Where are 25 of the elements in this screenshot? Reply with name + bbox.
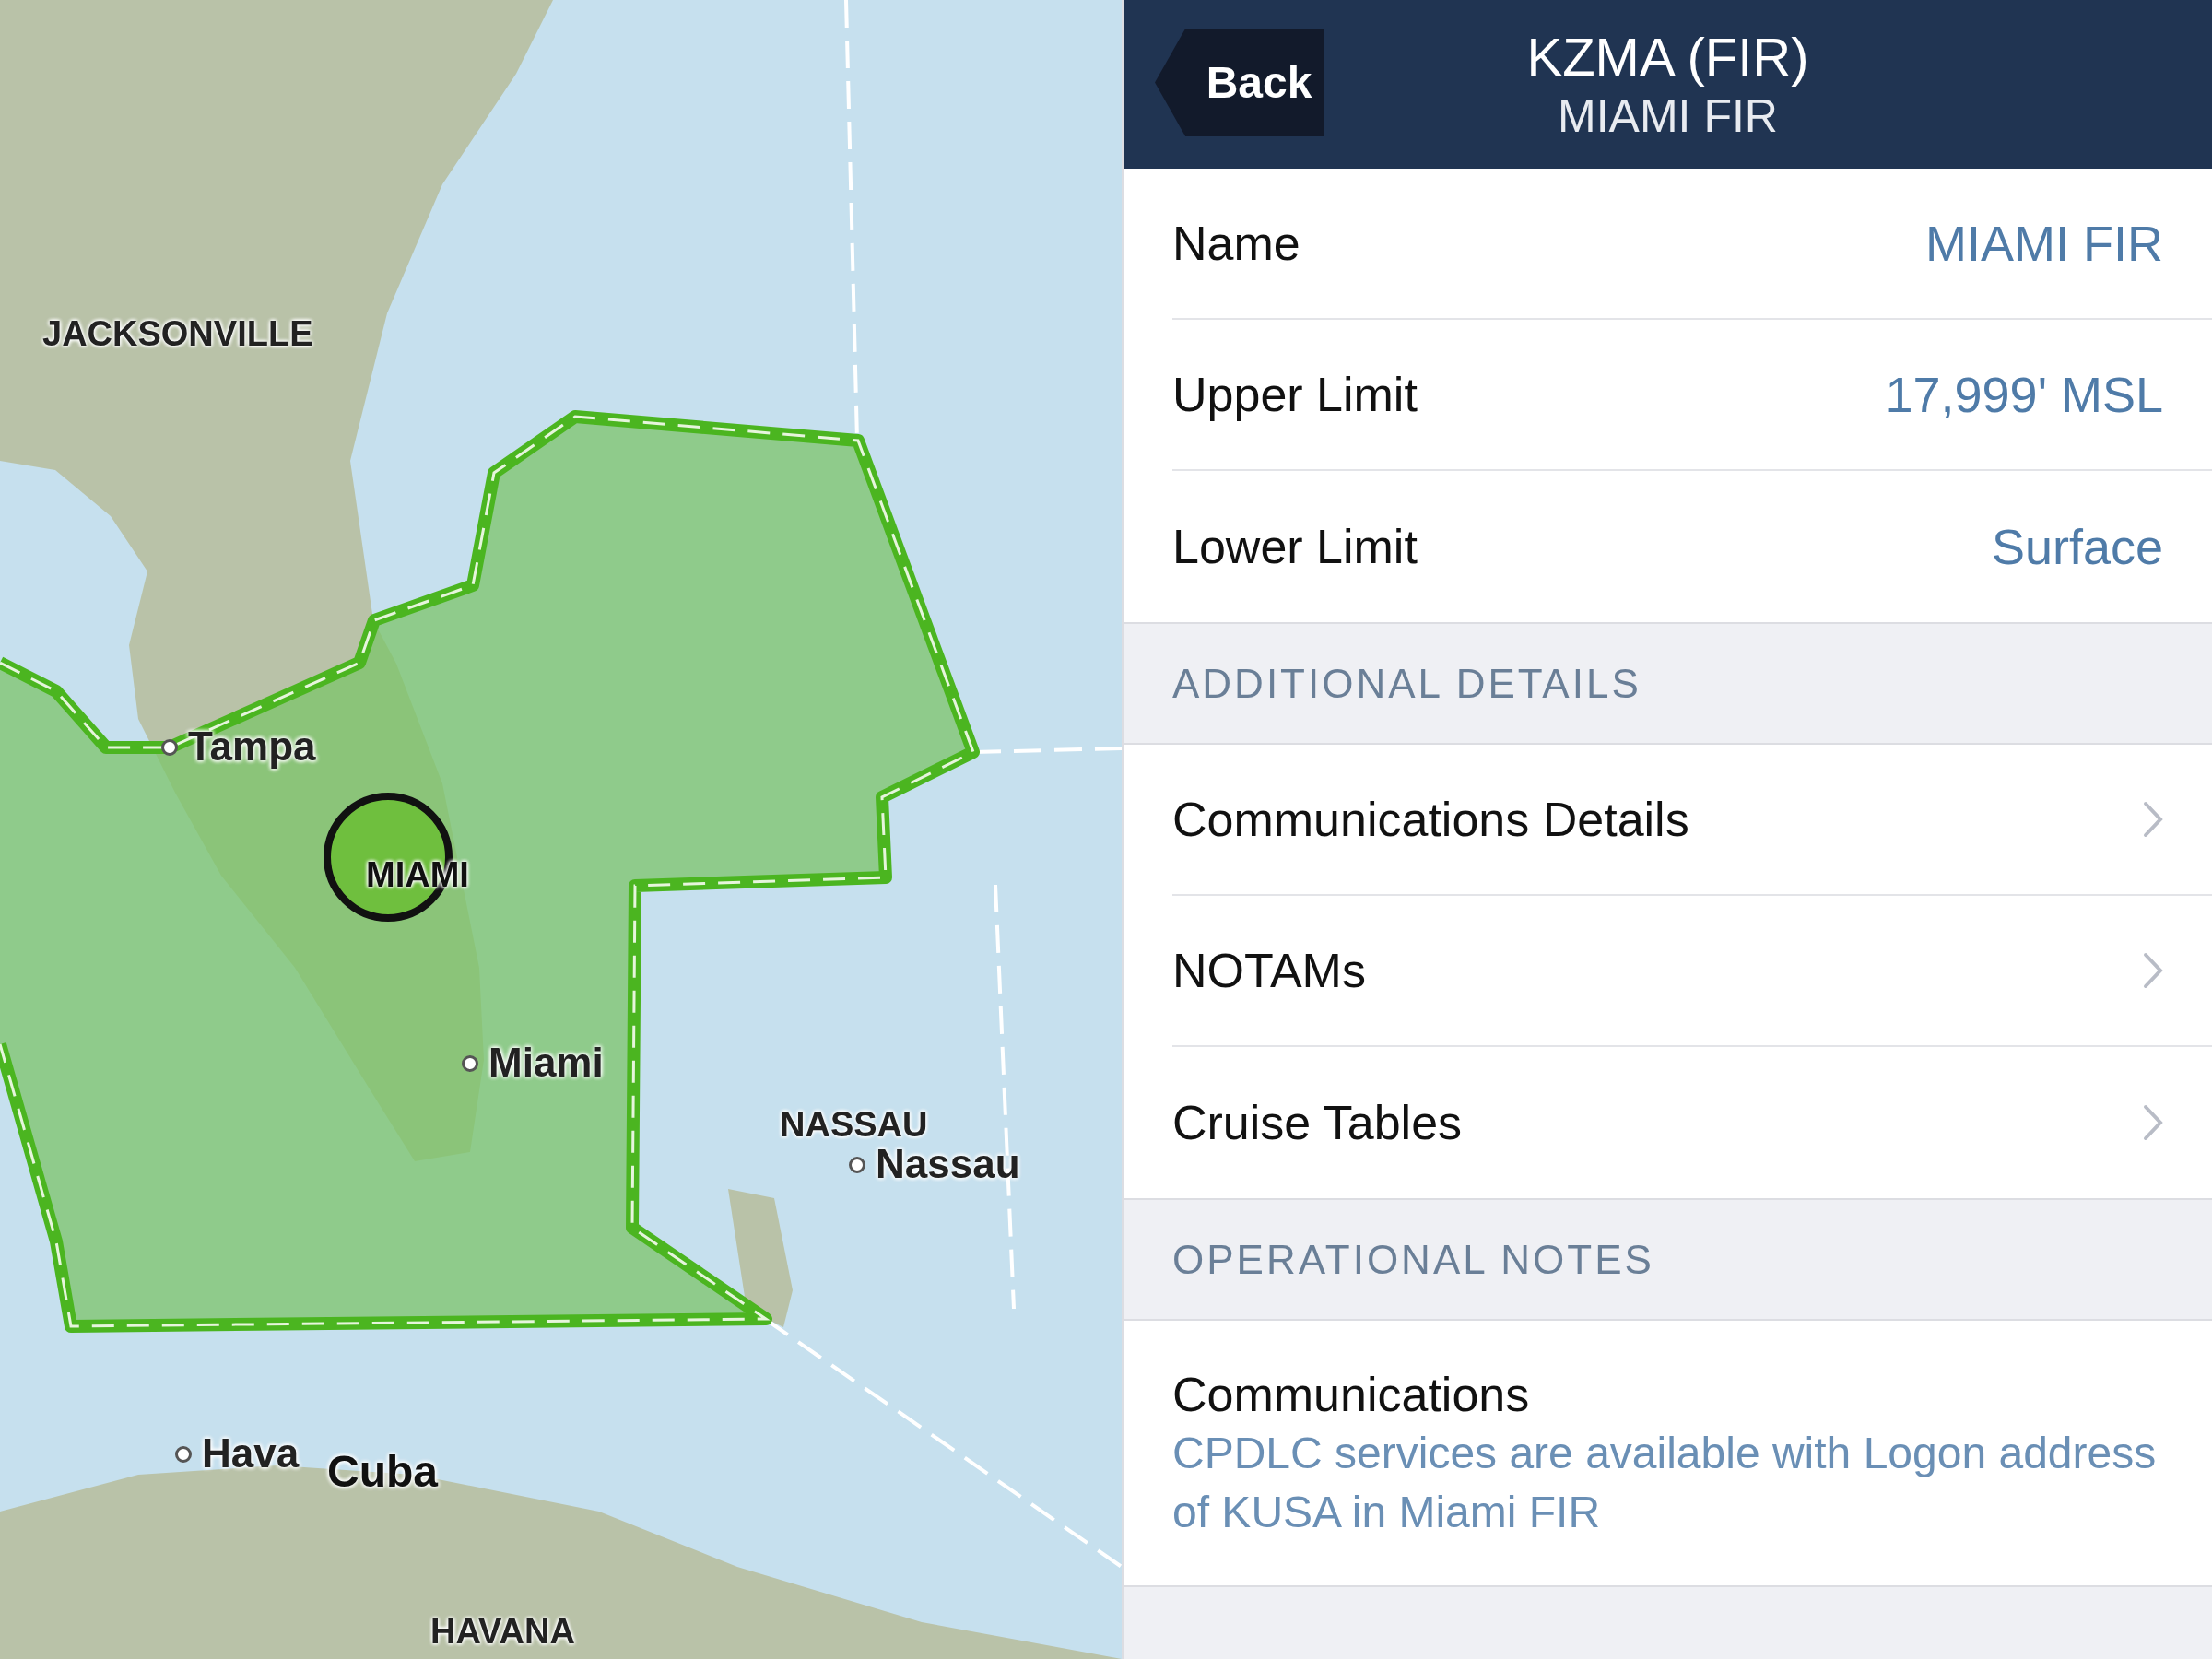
field-value: Surface [1991, 517, 2163, 576]
screen-subtitle: MIAMI FIR [1558, 88, 1778, 144]
section-header: OPERATIONAL NOTES [1172, 1235, 1654, 1284]
section-header: ADDITIONAL DETAILS [1172, 659, 1641, 708]
field-value: MIAMI FIR [1925, 214, 2163, 273]
field-value: 17,999' MSL [1885, 365, 2163, 424]
list-item[interactable]: Cruise Tables [1172, 1047, 2212, 1198]
list-item[interactable]: Communications Details [1172, 745, 2212, 896]
note-text: CPDLC services are available with Logon address of KUSA in Miami FIR [1172, 1427, 2158, 1538]
chevron-icon [2143, 952, 2163, 989]
region-label: HAVANA [430, 1611, 575, 1652]
field-label: Upper Limit [1172, 367, 1418, 423]
field-label: Lower Limit [1172, 519, 1418, 575]
screen-title: KZMA (FIR) [1526, 25, 1809, 88]
country-label: Cuba [327, 1447, 438, 1497]
chevron-icon [2143, 1104, 2163, 1141]
city-label: Miami [488, 1040, 604, 1086]
note-title: Communications [1172, 1366, 1531, 1423]
region-label: JACKSONVILLE [42, 313, 313, 354]
field-label: Name [1172, 216, 1300, 272]
city-label: Hava [202, 1430, 300, 1477]
city-label: Tampa [188, 724, 316, 770]
chevron-icon [2143, 801, 2163, 838]
back-button[interactable]: Back [1155, 29, 1324, 136]
list-item[interactable]: NOTAMs [1172, 896, 2212, 1047]
